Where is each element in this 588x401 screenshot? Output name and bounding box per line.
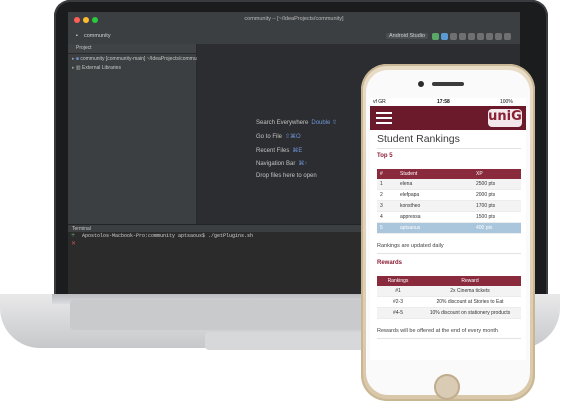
rankings-table: # Student XP 1 elena 2500 pts 2 elefpapa 200… (377, 169, 521, 234)
hint-go-to-file: Go to File ⇧⌘O (256, 133, 301, 140)
battery-level: 100% (500, 99, 513, 105)
divider (377, 253, 521, 254)
stop-icon[interactable] (450, 33, 457, 40)
project-panel: Project ▸ ■ community [community-main] ~… (68, 44, 204, 224)
student-cell: elefpapa (397, 189, 473, 201)
xp-cell: 2500 pts (473, 179, 521, 190)
carrier: vf GR (373, 99, 386, 105)
rank-cell: 2 (377, 189, 397, 201)
rewards-table: Rankings Reward #1 2x Cinema tickets #2-3… (377, 276, 521, 319)
hint-recent-files: Recent Files ⌘E (256, 147, 302, 154)
hint-shortcut: Double ⇧ (311, 120, 338, 126)
column-header: XP (473, 169, 521, 179)
tree-item-label: External Libraries (82, 65, 121, 71)
phone-status-bar: vf GR 17:58 100% (370, 98, 526, 106)
divider (377, 338, 521, 339)
trackpad (205, 332, 370, 350)
project-tool-label[interactable]: Project (76, 45, 92, 51)
xp-cell: 1500 pts (473, 211, 521, 223)
ranking-cell: #2-3 (377, 296, 419, 308)
column-header: Rankings (377, 276, 419, 286)
rewards-heading: Rewards (377, 260, 403, 266)
rankings-note: Rankings are updated daily (377, 243, 444, 249)
reward-cell: 2x Cinema tickets (419, 286, 521, 297)
ranking-cell: #4-5 (377, 307, 419, 319)
column-header: # (377, 169, 397, 179)
logo-text: uniG (488, 109, 522, 124)
table-row: #4-5 10% discount on stationery products (377, 307, 521, 319)
xp-cell: 2000 pts (473, 189, 521, 201)
column-header: Reward (419, 276, 521, 286)
rank-cell: 5 (377, 222, 397, 234)
close-terminal-icon[interactable]: ✕ (71, 240, 76, 247)
project-panel-header: Project (68, 44, 196, 54)
window-title: community – [~/IdeaProjects/community] (244, 16, 344, 22)
hint-shortcut: ⇧⌘O (285, 134, 301, 140)
run-icon[interactable] (432, 33, 439, 40)
ide-toolbar: ▪ community Android Studio (68, 30, 520, 45)
table-row: 3 konstheo 1700 pts (377, 200, 521, 212)
hint-shortcut: ⌘↑ (298, 161, 308, 167)
earpiece-speaker (432, 82, 464, 86)
hint-drop-files: Drop files here to open (256, 173, 317, 179)
hint-label: Drop files here to open (256, 173, 317, 179)
reward-cell: 20% discount at Stories to Eat (419, 296, 521, 308)
menu-icon[interactable] (374, 110, 394, 126)
folder-icon: ▪ (76, 33, 78, 39)
tree-item-project[interactable]: ▸ ■ community [community-main] ~/IdeaPro… (72, 56, 204, 62)
hint-shortcut: ⌘E (292, 148, 303, 154)
column-header: Student (397, 169, 473, 179)
xp-cell: 1700 pts (473, 200, 521, 212)
table-row-current-user: 5 aptsaous 400 pts (377, 222, 521, 234)
avd-manager-icon[interactable] (477, 33, 484, 40)
rewards-note: Rewards will be offered at the end of ev… (377, 328, 498, 334)
table-row: #1 2x Cinema tickets (377, 286, 521, 297)
table-row: 2 elefpapa 2000 pts (377, 189, 521, 201)
tree-item-label: community [community-main] ~/IdeaProject… (80, 56, 205, 62)
build-icon[interactable] (459, 33, 466, 40)
student-cell: aptsaous (397, 222, 473, 234)
app-navbar: uniG (370, 106, 526, 130)
hint-label: Recent Files (256, 148, 290, 154)
tree-item-external-libraries[interactable]: ▸ ▥ External Libraries (72, 65, 121, 71)
table-row: #2-3 20% discount at Stories to Eat (377, 296, 521, 308)
xp-cell: 400 pts (473, 222, 521, 234)
phone-app-screen: vf GR 17:58 100% uniG Student Rankings T… (370, 98, 526, 360)
hint-navigation-bar: Navigation Bar ⌘↑ (256, 160, 307, 167)
rank-cell: 3 (377, 200, 397, 212)
top5-heading: Top 5 (377, 153, 393, 159)
table-header-row: # Student XP (377, 169, 521, 179)
reward-cell: 10% discount on stationery products (419, 307, 521, 319)
clock: 17:58 (437, 99, 450, 105)
sync-icon[interactable] (468, 33, 475, 40)
hint-label: Navigation Bar (256, 161, 296, 167)
debug-icon[interactable] (441, 33, 448, 40)
student-cell: elena (397, 179, 473, 190)
breadcrumb[interactable]: community (84, 33, 111, 39)
settings-icon[interactable] (495, 33, 502, 40)
hint-label: Search Everywhere (256, 120, 309, 126)
sdk-manager-icon[interactable] (486, 33, 493, 40)
front-camera (418, 81, 424, 87)
divider (377, 148, 521, 149)
terminal-line: Apostolos-Macbook-Pro:community aptsaous… (82, 233, 254, 239)
add-terminal-icon[interactable]: + (71, 232, 75, 239)
run-config-select[interactable]: Android Studio (386, 33, 429, 39)
hint-label: Go to File (256, 134, 283, 140)
student-cell: appressa (397, 211, 473, 223)
page-title: Student Rankings (377, 133, 460, 145)
student-cell: konstheo (397, 200, 473, 212)
search-icon[interactable] (504, 33, 511, 40)
rank-cell: 1 (377, 179, 397, 190)
home-button[interactable] (434, 374, 460, 400)
hint-search-everywhere: Search Everywhere Double ⇧ (256, 119, 337, 126)
rank-cell: 4 (377, 211, 397, 223)
table-row: 4 appressa 1500 pts (377, 211, 521, 223)
ide-titlebar: community – [~/IdeaProjects/community] (68, 12, 520, 31)
ranking-cell: #1 (377, 286, 419, 297)
table-header-row: Rankings Reward (377, 276, 521, 286)
table-row: 1 elena 2500 pts (377, 179, 521, 190)
app-logo: uniG (488, 109, 522, 127)
